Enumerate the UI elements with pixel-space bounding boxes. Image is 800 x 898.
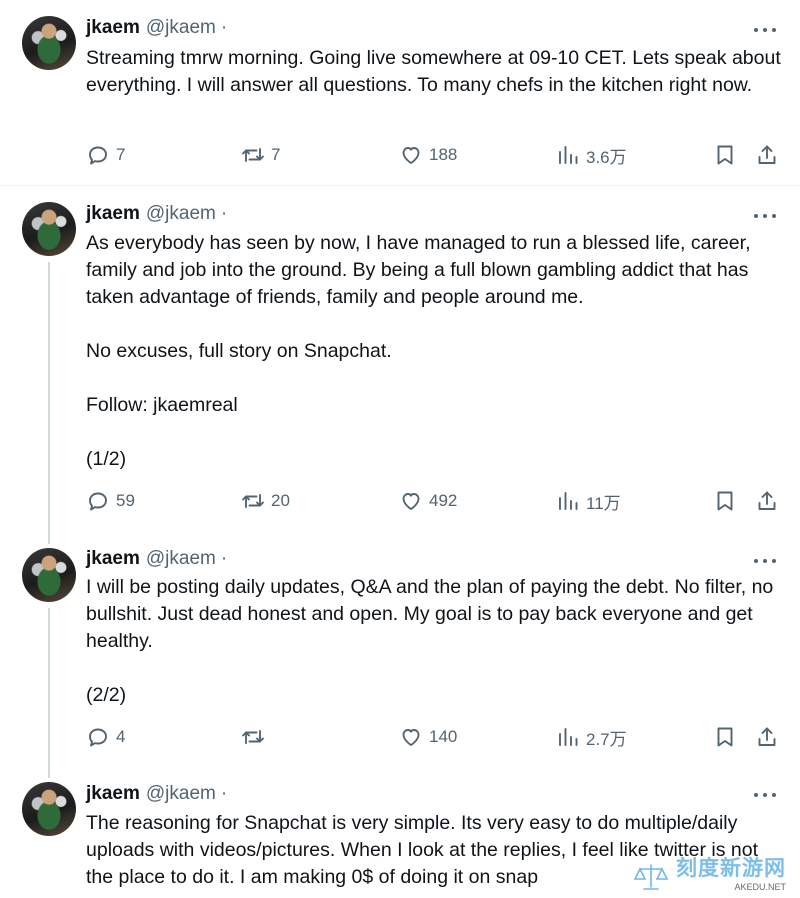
separator-dot: · bbox=[220, 548, 228, 569]
tweet[interactable]: jkaem @jkaem · Streaming tmrw morning. G… bbox=[0, 0, 800, 186]
views-button[interactable]: 2.7万 bbox=[556, 724, 627, 750]
watermark: 刻度新游网 AKEDU.NET bbox=[632, 852, 786, 892]
like-button[interactable]: 188 bbox=[399, 142, 457, 168]
author-handle[interactable]: @jkaem bbox=[146, 203, 216, 225]
tweet-header: jkaem @jkaem · bbox=[86, 783, 227, 805]
share-button[interactable] bbox=[755, 724, 779, 750]
scale-logo-icon bbox=[633, 864, 669, 890]
views-button[interactable]: 3.6万 bbox=[556, 142, 627, 168]
bookmark-button[interactable] bbox=[713, 142, 737, 168]
bookmark-icon bbox=[717, 727, 733, 747]
retweet-icon bbox=[242, 730, 264, 744]
thread-line bbox=[48, 262, 50, 542]
reply-icon bbox=[89, 728, 107, 747]
retweet-count: 7 bbox=[271, 145, 281, 164]
bookmark-button[interactable] bbox=[713, 724, 737, 750]
retweet-button[interactable]: 7 bbox=[241, 142, 280, 168]
watermark-chinese: 刻度新游网 bbox=[676, 857, 786, 880]
more-icon[interactable] bbox=[754, 206, 776, 226]
avatar[interactable] bbox=[22, 782, 76, 836]
watermark-english: AKEDU.NET bbox=[734, 882, 786, 892]
author-name[interactable]: jkaem bbox=[86, 203, 140, 225]
views-icon bbox=[559, 492, 578, 510]
like-count: 140 bbox=[429, 727, 458, 746]
author-name[interactable]: jkaem bbox=[86, 783, 140, 805]
action-bar: 7 7 188 3.6万 bbox=[86, 142, 780, 168]
share-icon bbox=[758, 727, 776, 746]
like-icon bbox=[402, 729, 420, 746]
reply-icon bbox=[89, 492, 107, 511]
reply-button[interactable]: 4 bbox=[86, 724, 125, 750]
action-bar: 4 140 2.7万 bbox=[86, 724, 780, 750]
author-handle[interactable]: @jkaem bbox=[146, 17, 216, 39]
share-button[interactable] bbox=[755, 142, 779, 168]
reply-count: 59 bbox=[116, 491, 135, 510]
reply-count: 4 bbox=[116, 727, 126, 746]
separator-dot: · bbox=[220, 17, 228, 38]
tweet-text: As everybody has seen by now, I have man… bbox=[86, 232, 751, 470]
reply-count: 7 bbox=[116, 145, 126, 164]
tweet[interactable]: jkaem @jkaem · As everybody has seen by … bbox=[0, 186, 800, 542]
share-icon bbox=[758, 145, 776, 164]
more-icon[interactable] bbox=[754, 785, 776, 805]
retweet-button[interactable] bbox=[241, 724, 271, 750]
like-count: 188 bbox=[429, 145, 458, 164]
author-name[interactable]: jkaem bbox=[86, 17, 140, 39]
tweet-text: Streaming tmrw morning. Going live somew… bbox=[86, 47, 781, 96]
author-handle[interactable]: @jkaem bbox=[146, 783, 216, 805]
reply-button[interactable]: 7 bbox=[86, 142, 125, 168]
views-icon bbox=[559, 146, 578, 164]
share-icon bbox=[758, 491, 776, 510]
views-count: 11万 bbox=[586, 493, 621, 513]
tweet-header: jkaem @jkaem · bbox=[86, 17, 227, 39]
bookmark-icon bbox=[717, 491, 733, 511]
like-icon bbox=[402, 493, 420, 510]
bookmark-button[interactable] bbox=[713, 488, 737, 514]
avatar[interactable] bbox=[22, 548, 76, 602]
like-icon bbox=[402, 147, 420, 164]
share-button[interactable] bbox=[755, 488, 779, 514]
tweet-header: jkaem @jkaem · bbox=[86, 203, 227, 225]
views-count: 2.7万 bbox=[586, 729, 627, 749]
more-icon[interactable] bbox=[754, 551, 776, 571]
author-name[interactable]: jkaem bbox=[86, 548, 140, 570]
avatar[interactable] bbox=[22, 202, 76, 256]
separator-dot: · bbox=[220, 783, 228, 804]
views-count: 3.6万 bbox=[586, 147, 627, 167]
retweet-icon bbox=[242, 148, 264, 162]
bookmark-icon bbox=[717, 145, 733, 165]
thread-line bbox=[48, 608, 50, 778]
retweet-button[interactable]: 20 bbox=[241, 488, 290, 514]
more-icon[interactable] bbox=[754, 20, 776, 40]
tweet-header: jkaem @jkaem · bbox=[86, 548, 227, 570]
like-button[interactable]: 492 bbox=[399, 488, 457, 514]
retweet-count: 20 bbox=[271, 491, 290, 510]
views-button[interactable]: 11万 bbox=[556, 488, 621, 514]
thread-line bbox=[48, 532, 50, 544]
reply-button[interactable]: 59 bbox=[86, 488, 135, 514]
separator-dot: · bbox=[220, 203, 228, 224]
avatar[interactable] bbox=[22, 16, 76, 70]
like-count: 492 bbox=[429, 491, 458, 510]
retweet-icon bbox=[242, 494, 264, 508]
action-bar: 59 20 492 11万 bbox=[86, 488, 780, 514]
like-button[interactable]: 140 bbox=[399, 724, 457, 750]
tweet-text: I will be posting daily updates, Q&A and… bbox=[86, 576, 774, 706]
author-handle[interactable]: @jkaem bbox=[146, 548, 216, 570]
tweet[interactable]: jkaem @jkaem · I will be posting daily u… bbox=[0, 532, 800, 778]
reply-icon bbox=[89, 146, 107, 165]
views-icon bbox=[559, 728, 578, 746]
